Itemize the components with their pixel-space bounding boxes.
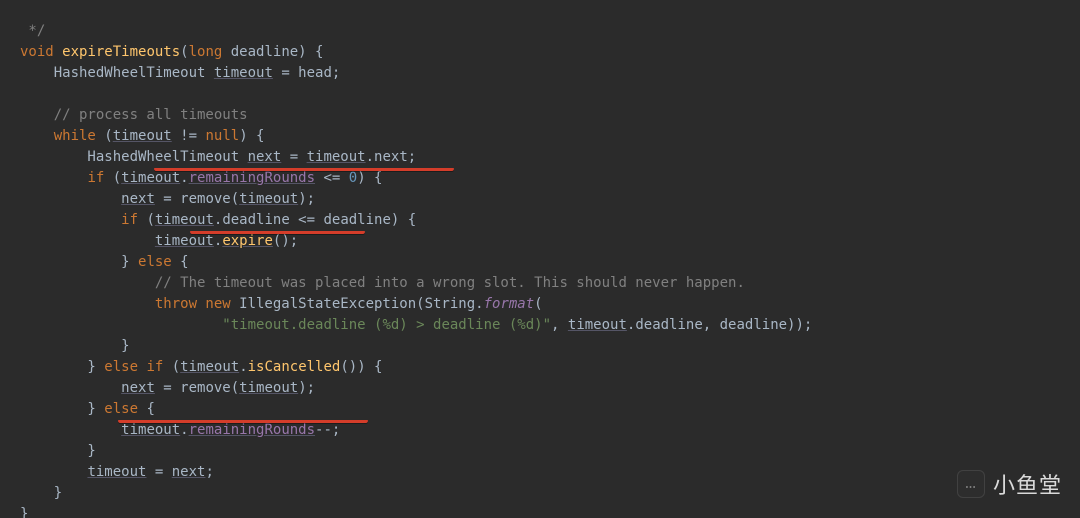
ident-next: next <box>248 149 282 165</box>
comment: // process all timeouts <box>54 107 248 123</box>
watermark-icon: … <box>957 470 985 498</box>
kw-if: if <box>87 170 104 186</box>
field-remainingRounds: remainingRounds <box>189 422 315 438</box>
fn-expire: expire <box>222 233 273 249</box>
fn-format: format <box>484 296 535 312</box>
kw-else-if: else if <box>104 359 163 375</box>
kw-throw-new: throw new <box>155 296 231 312</box>
kw-long: long <box>189 44 223 60</box>
watermark: … 小鱼堂 <box>957 468 1062 500</box>
num-0: 0 <box>349 170 357 186</box>
l0: */ <box>20 23 45 39</box>
string-literal: "timeout.deadline (%d) > deadline (%d)" <box>222 317 551 333</box>
watermark-label: 小鱼堂 <box>993 468 1062 500</box>
kw-while: while <box>54 128 96 144</box>
underline-2 <box>190 231 365 234</box>
kw-void: void <box>20 44 54 60</box>
fn-expireTimeouts: expireTimeouts <box>62 44 180 60</box>
underline-1 <box>154 168 454 171</box>
fn-isCancelled: isCancelled <box>248 359 341 375</box>
ident-timeout: timeout <box>214 65 273 81</box>
kw-null: null <box>205 128 239 144</box>
underline-3 <box>118 420 368 423</box>
field-remainingRounds: remainingRounds <box>189 170 315 186</box>
kw-else: else <box>138 254 172 270</box>
comment: // The timeout was placed into a wrong s… <box>155 275 745 291</box>
code-block: */ void expireTimeouts(long deadline) { … <box>0 0 1080 518</box>
